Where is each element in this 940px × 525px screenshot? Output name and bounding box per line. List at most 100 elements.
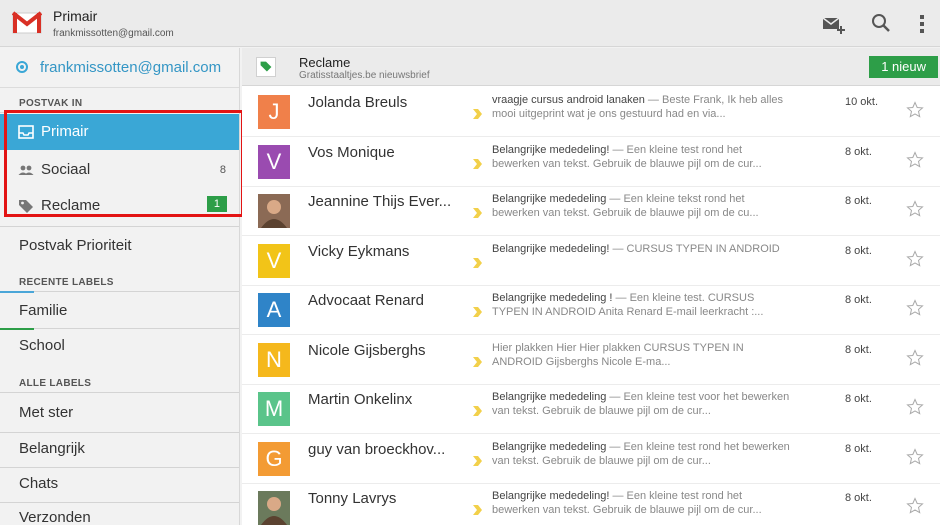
sidebar-item-label: Primair	[41, 123, 89, 140]
email-subject: Belangrijke mededeling!	[492, 143, 610, 156]
account-switcher[interactable]: frankmissotten@gmail.com	[0, 48, 239, 88]
sidebar-item-label: School	[19, 337, 65, 354]
sender-name: guy van broeckhov...	[308, 440, 446, 458]
section-header-inbox: POSTVAK IN	[19, 98, 83, 109]
importance-marker-icon[interactable]	[473, 406, 482, 416]
email-date: 8 okt.	[845, 393, 872, 405]
email-subject: Belangrijke mededeling	[492, 440, 607, 453]
sidebar-item-primair[interactable]: Primair	[0, 114, 239, 150]
sidebar-item-label: Met ster	[19, 404, 74, 421]
sender-avatar[interactable]: G	[258, 441, 290, 476]
gmail-app: Primair frankmissotten@gmail.com frankmi…	[0, 0, 940, 525]
email-row[interactable]: N Nicole Gijsberghs Hier plakken Hier Hier…	[242, 335, 940, 385]
email-preview: Belangrijke mededeling ! — Een kleine te…	[492, 291, 790, 321]
email-date: 8 okt.	[845, 442, 872, 455]
sender-avatar[interactable]: J	[258, 95, 290, 129]
sidebar-item-school[interactable]: School	[0, 328, 239, 364]
importance-marker-icon[interactable]	[473, 109, 482, 119]
email-subject: Belangrijke mededeling!	[492, 490, 610, 502]
sender-avatar[interactable]: V	[258, 144, 290, 179]
email-snippet: — CURSUS TYPEN IN ANDROID	[609, 242, 780, 255]
sender-name: Vos Monique	[308, 143, 395, 161]
search-icon[interactable]	[868, 10, 894, 36]
sender-name: Jeannine Thijs Ever...	[308, 193, 452, 210]
star-icon[interactable]	[906, 447, 924, 466]
sender-name: Tonny Lavrys	[308, 490, 397, 507]
email-preview: Hier plakken Hier Hier plakken CURSUS TY…	[492, 341, 790, 371]
email-subject: vraagje cursus android lanaken	[492, 94, 645, 106]
sender-avatar[interactable]: N	[258, 342, 290, 377]
importance-marker-icon[interactable]	[473, 307, 482, 317]
importance-marker-icon[interactable]	[473, 208, 482, 218]
photo-avatar-icon	[261, 200, 287, 228]
importance-marker-icon[interactable]	[473, 455, 482, 466]
sender-name: Advocaat Renard	[308, 292, 424, 309]
sidebar-item-sociaal[interactable]: Sociaal 8	[0, 152, 239, 188]
email-preview: Belangrijke mededeling! — Een kleine tes…	[492, 143, 790, 173]
sidebar-item-verzonden[interactable]: Verzonden	[0, 500, 239, 525]
divider	[0, 291, 239, 292]
importance-marker-icon[interactable]	[473, 356, 482, 367]
sidebar-item-met-ster[interactable]: Met ster	[0, 395, 239, 431]
star-icon[interactable]	[906, 497, 924, 515]
star-icon[interactable]	[906, 249, 924, 268]
email-snippet: Hier plakken Hier Hier plakken CURSUS TY…	[492, 341, 744, 368]
email-row[interactable]: J Jolanda Breuls vraagje cursus android la…	[242, 88, 940, 137]
sidebar-item-familie[interactable]: Familie	[0, 293, 239, 329]
importance-marker-icon[interactable]	[473, 257, 482, 268]
divider	[0, 226, 239, 227]
divider	[0, 112, 239, 113]
email-row[interactable]: Jeannine Thijs Ever... Belangrijke medede…	[242, 187, 940, 236]
sender-avatar[interactable]: M	[258, 392, 290, 426]
tag-icon	[19, 200, 33, 213]
star-icon[interactable]	[906, 299, 924, 317]
new-count-button[interactable]: 1 nieuw	[869, 56, 938, 78]
importance-marker-icon[interactable]	[473, 505, 482, 515]
account-name: frankmissotten@gmail.com	[53, 28, 174, 39]
sidebar-item-belangrijk[interactable]: Belangrijk	[0, 431, 239, 467]
gmail-logo-icon[interactable]	[12, 9, 42, 37]
compose-mail-icon[interactable]	[820, 10, 846, 36]
sender-avatar[interactable]: A	[258, 293, 290, 327]
app-title[interactable]: Primair	[53, 8, 97, 24]
sidebar-item-chats[interactable]: Chats	[0, 466, 239, 502]
sender-avatar[interactable]	[258, 491, 290, 525]
account-radio-icon[interactable]	[16, 61, 28, 73]
star-icon[interactable]	[906, 398, 924, 416]
email-row[interactable]: Tonny Lavrys Belangrijke mededeling! — Ee…	[242, 484, 940, 525]
sender-avatar[interactable]	[258, 194, 290, 228]
account-email[interactable]: frankmissotten@gmail.com	[40, 59, 221, 76]
star-icon[interactable]	[906, 101, 924, 119]
overflow-menu-icon[interactable]	[915, 10, 929, 36]
section-header-all-labels: ALLE LABELS	[19, 378, 92, 389]
email-date: 8 okt.	[845, 294, 872, 306]
star-icon[interactable]	[906, 348, 924, 367]
email-row[interactable]: V Vicky Eykmans Belangrijke mededeling! — …	[242, 236, 940, 286]
sender-name: Martin Onkelinx	[308, 391, 413, 408]
tag-icon	[256, 57, 276, 77]
sidebar-item-label: Reclame	[41, 197, 101, 214]
email-date: 8 okt.	[845, 244, 872, 257]
email-date: 8 okt.	[845, 195, 872, 207]
sidebar-item-label: Familie	[19, 302, 68, 319]
sender-avatar[interactable]: V	[258, 243, 290, 278]
importance-marker-icon[interactable]	[473, 158, 482, 169]
photo-avatar-icon	[261, 497, 287, 525]
sidebar-item-label: Postvak Prioriteit	[19, 237, 132, 254]
email-row[interactable]: V Vos Monique Belangrijke mededeling! — Ee…	[242, 137, 940, 187]
sender-name: Nicole Gijsberghs	[308, 341, 426, 359]
email-row[interactable]: A Advocaat Renard Belangrijke mededeling !…	[242, 286, 940, 335]
sidebar-item-reclame[interactable]: Reclame 1	[0, 188, 239, 224]
sidebar-item-label: Chats	[19, 475, 59, 492]
sidebar-item-label: Verzonden	[19, 509, 91, 525]
email-row[interactable]: M Martin Onkelinx Belangrijke mededeling —…	[242, 385, 940, 434]
email-date: 8 okt.	[845, 492, 872, 504]
sidebar-item-priority[interactable]: Postvak Prioriteit	[0, 228, 239, 264]
email-row[interactable]: Gguy van broeckhov... Belangrijke mededel…	[242, 434, 940, 484]
star-icon[interactable]	[906, 150, 924, 169]
star-icon[interactable]	[906, 200, 924, 218]
inbox-icon	[18, 125, 34, 139]
email-preview: Belangrijke mededeling! — Een kleine tes…	[492, 489, 790, 519]
sender-name: Jolanda Breuls	[308, 94, 408, 111]
email-subject: Belangrijke mededeling	[492, 391, 607, 403]
